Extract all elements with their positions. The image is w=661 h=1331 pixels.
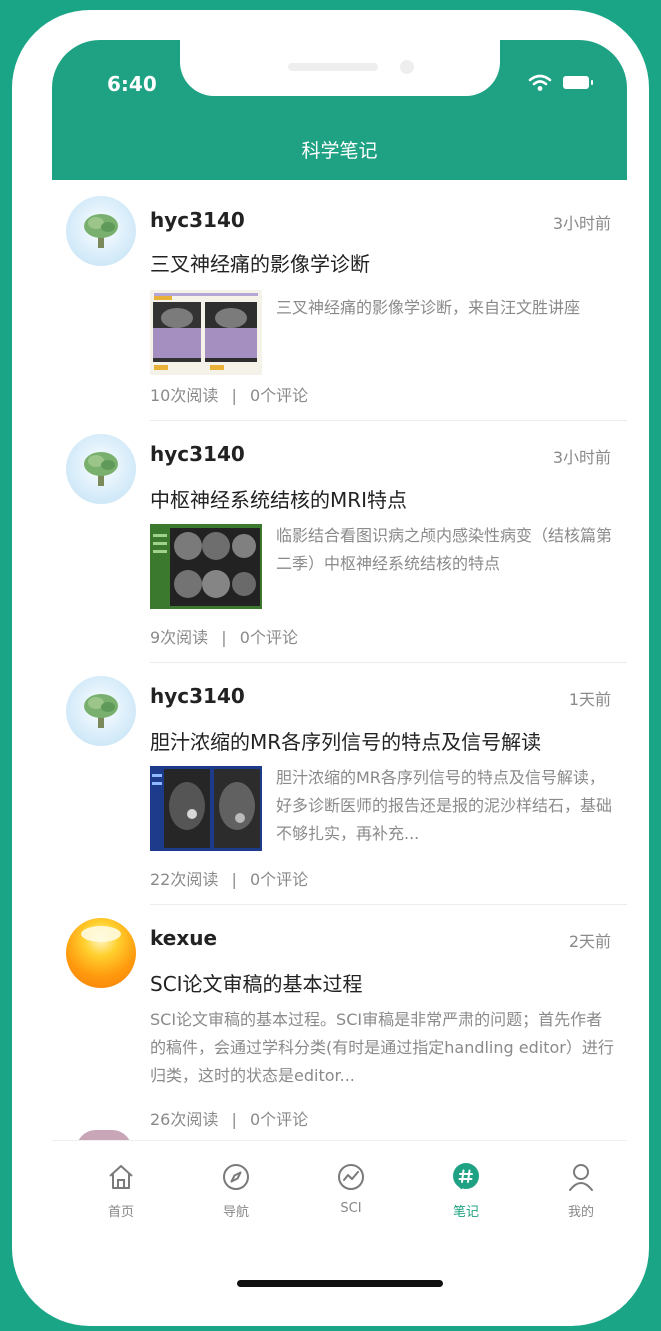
tab-label: 首页 [107, 1205, 134, 1220]
post-summary: 临影结合看图识病之颅内感染性病变（结核篇第二季）中枢神经系统结核的特点 [276, 526, 613, 573]
divider [150, 904, 627, 905]
divider [150, 662, 627, 663]
stats-separator: | [231, 1110, 237, 1129]
avatar[interactable] [66, 676, 136, 746]
tab-home[interactable]: 首页 [76, 1161, 166, 1220]
comment-count[interactable]: 0个评论 [250, 386, 308, 405]
tab-label: 我的 [567, 1205, 594, 1220]
post-time: 3小时前 [552, 214, 611, 233]
post-time: 3小时前 [552, 448, 611, 467]
speaker [288, 63, 378, 71]
mri-thumbnail-image [150, 766, 262, 851]
mri-thumbnail-image [150, 524, 262, 609]
hash-icon [453, 1163, 479, 1190]
post-title[interactable]: SCI论文审稿的基本过程 [150, 968, 363, 997]
author-name[interactable]: hyc3140 [150, 684, 245, 708]
read-count: 22次阅读 [150, 870, 219, 889]
post-stats: 22次阅读 | 0个评论 [150, 866, 308, 890]
stats-separator: | [231, 870, 237, 889]
tab-sci[interactable]: SCI [306, 1161, 396, 1216]
tab-label: SCI [340, 1201, 362, 1216]
tab-label: 导航 [222, 1205, 249, 1220]
read-count: 10次阅读 [150, 386, 219, 405]
post-time: 1天前 [568, 690, 611, 709]
tab-navigation[interactable]: 导航 [191, 1161, 281, 1220]
comment-count[interactable]: 0个评论 [250, 870, 308, 889]
home-indicator[interactable] [237, 1280, 443, 1287]
avatar[interactable] [66, 196, 136, 266]
post-thumbnail[interactable] [150, 290, 262, 375]
compass-icon [223, 1164, 249, 1190]
app-header: 6:40 科学笔记 [52, 40, 627, 180]
author-name[interactable]: kexue [150, 926, 217, 950]
divider [150, 420, 627, 421]
comment-count[interactable]: 0个评论 [240, 628, 298, 647]
camera [400, 60, 414, 74]
chart-circle-icon [338, 1164, 364, 1190]
post-title[interactable]: 中枢神经系统结核的MRI特点 [150, 484, 407, 513]
home-icon [109, 1165, 133, 1189]
tab-notes[interactable]: 笔记 [421, 1161, 511, 1220]
stats-separator: | [221, 628, 227, 647]
wifi-icon [528, 74, 552, 91]
post-summary: 三叉神经痛的影像学诊断，来自汪文胜讲座 [276, 298, 581, 317]
tab-label: 笔记 [452, 1205, 479, 1220]
post-title[interactable]: 三叉神经痛的影像学诊断 [150, 248, 370, 277]
battery-icon [563, 76, 593, 89]
device-notch [180, 40, 500, 96]
tree-icon [84, 694, 118, 728]
phone-frame: 6:40 科学笔记 hyc3140 3小时前 三叉神经痛的影像学诊断 三叉神经痛… [12, 10, 649, 1326]
avatar[interactable] [66, 434, 136, 504]
post-summary: SCI论文审稿的基本过程。SCI审稿是非常严肃的问题；首先作者的稿件，会通过学科… [150, 1010, 614, 1085]
app-screen: 6:40 科学笔记 hyc3140 3小时前 三叉神经痛的影像学诊断 三叉神经痛… [52, 40, 627, 1310]
tree-icon [84, 214, 118, 248]
read-count: 9次阅读 [150, 628, 209, 647]
post-thumbnail[interactable] [150, 524, 262, 609]
post-time: 2天前 [568, 932, 611, 951]
user-icon [569, 1164, 593, 1191]
post-summary: 胆汁浓缩的MR各序列信号的特点及信号解读，好多诊断医师的报告还是报的泥沙样结石，… [276, 768, 613, 843]
tree-icon [84, 452, 118, 486]
mri-thumbnail-image [150, 290, 262, 375]
read-count: 26次阅读 [150, 1110, 219, 1129]
stats-separator: | [231, 386, 237, 405]
post-stats: 10次阅读 | 0个评论 [150, 382, 308, 406]
author-name[interactable]: hyc3140 [150, 442, 245, 466]
post-stats: 26次阅读 | 0个评论 [150, 1106, 308, 1130]
post-title[interactable]: 胆汁浓缩的MR各序列信号的特点及信号解读 [150, 726, 541, 755]
post-stats: 9次阅读 | 0个评论 [150, 624, 298, 648]
author-name[interactable]: hyc3140 [150, 208, 245, 232]
post-thumbnail[interactable] [150, 766, 262, 851]
sun-icon [81, 926, 121, 942]
comment-count[interactable]: 0个评论 [250, 1110, 308, 1129]
status-time: 6:40 [107, 72, 157, 96]
avatar[interactable] [66, 918, 136, 988]
tab-profile[interactable]: 我的 [536, 1161, 626, 1220]
page-title: 科学笔记 [301, 140, 378, 162]
